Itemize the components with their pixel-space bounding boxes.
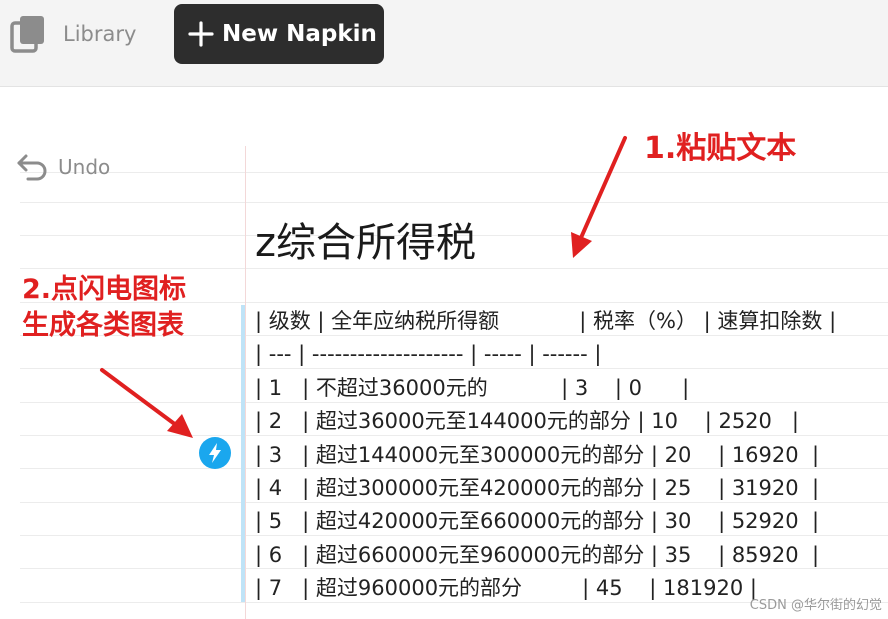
rule-line	[20, 172, 888, 173]
library-icon	[10, 16, 44, 53]
annotation-step1: 1.粘贴文本	[644, 131, 797, 166]
generate-visual-button[interactable]	[199, 437, 231, 469]
text-block[interactable]: | 级数 | 全年应纳税所得额 | 税率（%） | 速算扣除数 | | --- …	[255, 305, 836, 606]
undo-label: Undo	[58, 155, 111, 179]
text-block-selection-bar[interactable]	[241, 305, 245, 602]
text-line[interactable]: | --- | -------------------- | ----- | -…	[255, 338, 836, 371]
watermark: CSDN @华尔街的幻觉	[749, 598, 882, 613]
new-napkin-label: New Napkin	[222, 21, 377, 47]
text-line[interactable]: | 级数 | 全年应纳税所得额 | 税率（%） | 速算扣除数 |	[255, 305, 836, 338]
margin-line	[245, 146, 246, 619]
lightning-bolt-icon	[209, 443, 221, 463]
text-line[interactable]: | 4 | 超过300000元至420000元的部分 | 25 | 31920 …	[255, 472, 836, 505]
undo-button[interactable]: Undo	[16, 152, 110, 182]
undo-icon	[17, 154, 47, 181]
text-line[interactable]: | 6 | 超过660000元至960000元的部分 | 35 | 85920 …	[255, 539, 836, 572]
annotation-step2-line1: 2.点闪电图标	[22, 274, 187, 305]
text-line[interactable]: | 5 | 超过420000元至660000元的部分 | 30 | 52920 …	[255, 505, 836, 538]
new-napkin-button[interactable]: New Napkin	[174, 4, 384, 64]
rule-line	[20, 268, 888, 269]
text-line[interactable]: | 3 | 超过144000元至300000元的部分 | 20 | 16920 …	[255, 439, 836, 472]
document-title[interactable]: z综合所得税	[255, 210, 476, 268]
annotation-step2-line2: 生成各类图表	[22, 310, 184, 341]
text-line[interactable]: | 1 | 不超过36000元的 | 3 | 0 |	[255, 372, 836, 405]
library-button[interactable]: Library	[10, 12, 136, 56]
plus-icon	[188, 21, 214, 47]
rule-line	[20, 202, 888, 203]
top-toolbar: Library New Napkin	[0, 0, 888, 87]
text-line[interactable]: | 2 | 超过36000元至144000元的部分 | 10 | 2520 |	[255, 405, 836, 438]
annotation-step2: 2.点闪电图标 生成各类图表	[22, 272, 186, 344]
library-label: Library	[63, 22, 137, 46]
